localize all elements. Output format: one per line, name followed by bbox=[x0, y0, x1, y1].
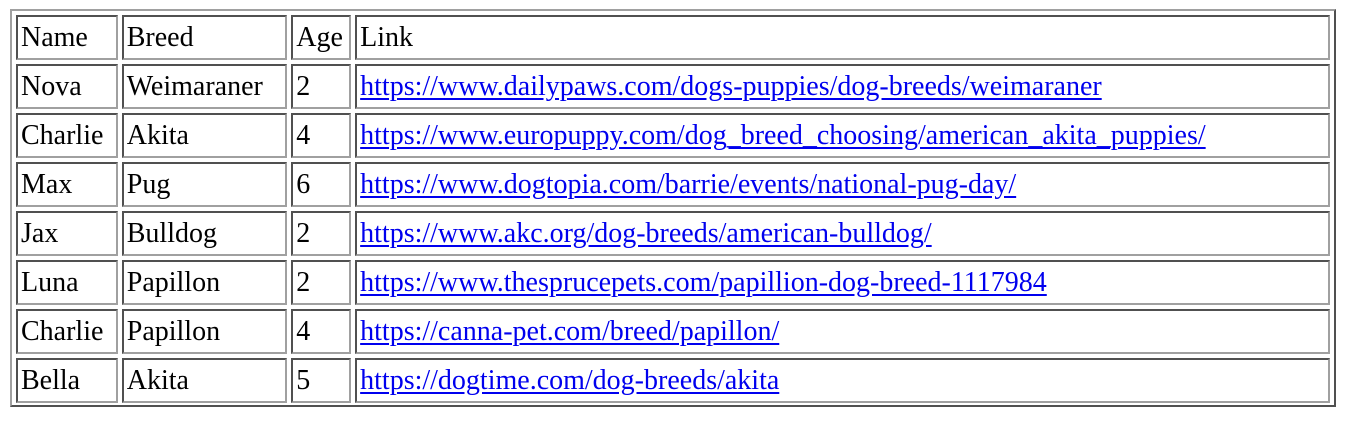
cell-link: https://www.dogtopia.com/barrie/events/n… bbox=[355, 162, 1330, 207]
cell-name: Jax bbox=[16, 211, 118, 256]
dogs-table: Name Breed Age Link Nova Weimaraner 2 ht… bbox=[12, 11, 1334, 407]
cell-name: Bella bbox=[16, 358, 118, 403]
breed-link[interactable]: https://www.dogtopia.com/barrie/events/n… bbox=[360, 169, 1016, 200]
header-age: Age bbox=[291, 15, 352, 60]
breed-link[interactable]: https://www.dailypaws.com/dogs-puppies/d… bbox=[360, 71, 1102, 102]
cell-link: https://dogtime.com/dog-breeds/akita bbox=[355, 358, 1330, 403]
cell-link: https://canna-pet.com/breed/papillon/ bbox=[355, 309, 1330, 354]
table-row: Luna Papillon 2 https://www.thesprucepet… bbox=[16, 260, 1330, 305]
breed-link[interactable]: https://www.thesprucepets.com/papillion-… bbox=[360, 267, 1047, 298]
cell-age: 4 bbox=[291, 309, 352, 354]
breed-link[interactable]: https://www.akc.org/dog-breeds/american-… bbox=[360, 218, 932, 249]
cell-age: 4 bbox=[291, 113, 352, 158]
table-header-row: Name Breed Age Link bbox=[16, 15, 1330, 60]
cell-age: 2 bbox=[291, 64, 352, 109]
cell-link: https://www.akc.org/dog-breeds/american-… bbox=[355, 211, 1330, 256]
cell-breed: Papillon bbox=[121, 309, 288, 354]
cell-link: https://www.thesprucepets.com/papillion-… bbox=[355, 260, 1330, 305]
cell-name: Luna bbox=[16, 260, 118, 305]
cell-age: 5 bbox=[291, 358, 352, 403]
dogs-table-frame: Name Breed Age Link Nova Weimaraner 2 ht… bbox=[10, 9, 1336, 407]
cell-age: 2 bbox=[291, 211, 352, 256]
table-row: Charlie Papillon 4 https://canna-pet.com… bbox=[16, 309, 1330, 354]
cell-breed: Akita bbox=[121, 358, 288, 403]
cell-age: 6 bbox=[291, 162, 352, 207]
cell-breed: Bulldog bbox=[121, 211, 288, 256]
cell-breed: Pug bbox=[121, 162, 288, 207]
cell-breed: Akita bbox=[121, 113, 288, 158]
breed-link[interactable]: https://canna-pet.com/breed/papillon/ bbox=[360, 316, 779, 347]
cell-breed: Weimaraner bbox=[121, 64, 288, 109]
cell-breed: Papillon bbox=[121, 260, 288, 305]
breed-link[interactable]: https://dogtime.com/dog-breeds/akita bbox=[360, 365, 779, 396]
table-row: Charlie Akita 4 https://www.europuppy.co… bbox=[16, 113, 1330, 158]
cell-link: https://www.europuppy.com/dog_breed_choo… bbox=[355, 113, 1330, 158]
header-name: Name bbox=[16, 15, 118, 60]
cell-name: Charlie bbox=[16, 309, 118, 354]
header-breed: Breed bbox=[121, 15, 288, 60]
cell-name: Charlie bbox=[16, 113, 118, 158]
table-row: Nova Weimaraner 2 https://www.dailypaws.… bbox=[16, 64, 1330, 109]
cell-name: Nova bbox=[16, 64, 118, 109]
table-row: Jax Bulldog 2 https://www.akc.org/dog-br… bbox=[16, 211, 1330, 256]
cell-link: https://www.dailypaws.com/dogs-puppies/d… bbox=[355, 64, 1330, 109]
header-link: Link bbox=[355, 15, 1330, 60]
cell-name: Max bbox=[16, 162, 118, 207]
table-row: Bella Akita 5 https://dogtime.com/dog-br… bbox=[16, 358, 1330, 403]
table-row: Max Pug 6 https://www.dogtopia.com/barri… bbox=[16, 162, 1330, 207]
cell-age: 2 bbox=[291, 260, 352, 305]
breed-link[interactable]: https://www.europuppy.com/dog_breed_choo… bbox=[360, 120, 1206, 151]
